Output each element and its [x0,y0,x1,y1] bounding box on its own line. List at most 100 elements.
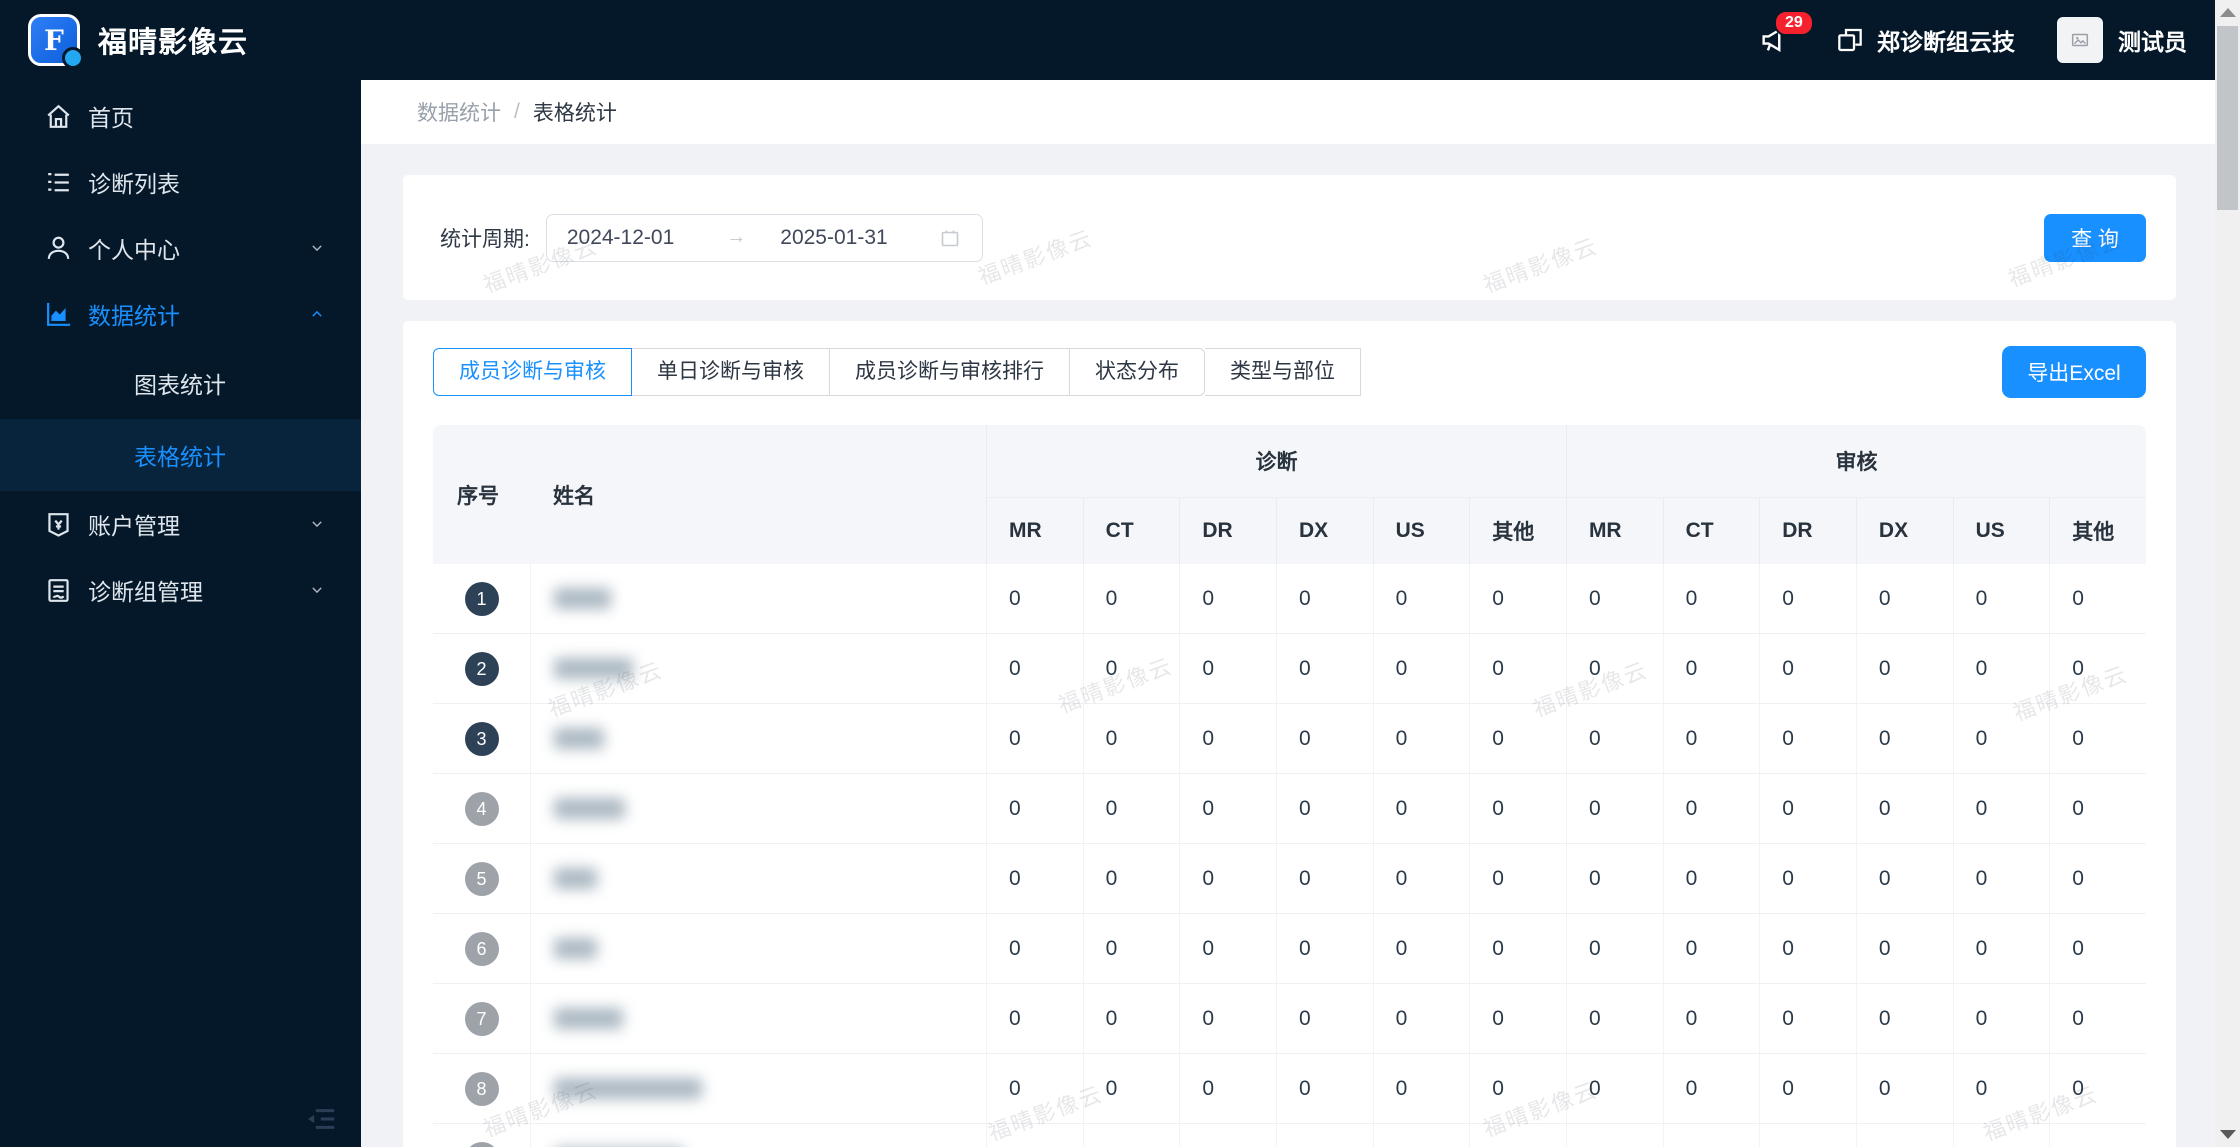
tab-0[interactable]: 成员诊断与审核 [433,348,632,396]
row-name-cell [530,844,986,914]
value-cell: 0 [1469,914,1566,984]
value-cell: 0 [1565,1054,1663,1124]
value-cell: 0 [2049,1054,2146,1124]
value-cell: 0 [1469,1124,1566,1147]
value-cell: 0 [1662,774,1760,844]
value-cell: 0 [1372,1054,1470,1124]
sidebar-menu: 首页 诊断列表 个人中心数据统计图表统计表格统计 账户管理 诊断组管理 [0,83,361,623]
value-cell: 0 [1082,844,1180,914]
value-cell: 0 [1469,634,1566,704]
value-cell: 0 [1082,774,1180,844]
wallet-icon [48,512,69,537]
start-date-value[interactable]: 2024-12-01 [567,226,674,250]
calendar-icon[interactable] [938,226,962,250]
table-row: 8000000000000 [433,1054,2146,1124]
row-index-cell: 9 [433,1124,530,1147]
value-cell: 0 [986,1054,1083,1124]
notification-button[interactable]: 29 [1758,10,1814,57]
value-cell: 0 [1759,1054,1856,1124]
end-date-value[interactable]: 2025-01-31 [780,226,887,250]
blurred-name [554,658,633,680]
sidebar-item-diagnosis-list[interactable]: 诊断列表 [0,149,361,215]
value-cell: 0 [1372,984,1470,1054]
value-cell: 0 [986,704,1083,774]
value-cell: 0 [1952,774,2050,844]
value-cell: 0 [1372,634,1470,704]
sidebar-item-personal-center[interactable]: 个人中心 [0,215,361,281]
value-cell: 0 [1759,1124,1856,1147]
breadcrumb-separator: / [514,100,520,123]
sidebar-item-label: 数据统计 [88,303,180,329]
value-cell: 0 [1565,704,1663,774]
value-cell: 0 [1952,984,2050,1054]
tab-4[interactable]: 类型与部位 [1205,348,1361,396]
date-range-picker[interactable]: 2024-12-01 → 2025-01-31 [545,213,983,262]
blurred-name [554,1078,702,1100]
tab-3[interactable]: 状态分布 [1070,348,1205,396]
value-cell: 0 [1662,1054,1760,1124]
col-group-review: 审核 [1565,425,2146,497]
sidebar-item-diagnosis-group-management[interactable]: 诊断组管理 [0,557,361,623]
value-cell: 0 [1952,634,2050,704]
table-row: 6000000000000 [433,914,2146,984]
top-bar: F 福晴影像云 29 郑诊断组云技 测试员 [0,0,2215,80]
table-row: 4000000000000 [433,774,2146,844]
row-name-cell [530,774,986,844]
value-cell: 0 [1469,774,1566,844]
col-subheader-CT: CT [1082,497,1180,564]
group-name: 郑诊断组云技 [1877,29,2015,55]
vertical-scrollbar[interactable] [2215,0,2240,1147]
range-arrow: → [726,226,747,248]
table-row: 9000000000000 [433,1124,2146,1147]
group-switch-button[interactable]: 郑诊断组云技 [1834,23,2015,57]
image-placeholder-icon [2071,33,2089,47]
user-menu[interactable]: 测试员 [2057,17,2187,63]
tab-1[interactable]: 单日诊断与审核 [632,348,830,396]
value-cell: 0 [1275,1124,1373,1147]
blurred-name [554,938,597,960]
breadcrumb-parent[interactable]: 数据统计 [417,97,501,127]
scrollbar-thumb[interactable] [2217,26,2238,210]
filter-label: 统计周期: [440,227,530,251]
breadcrumb-current: 表格统计 [532,102,617,125]
row-name-cell [530,634,986,704]
value-cell: 0 [1179,774,1276,844]
col-subheader-DR: DR [1179,497,1276,564]
scroll-up-arrow-icon[interactable] [2220,8,2236,17]
avatar [2057,17,2103,63]
sidebar-collapse-button[interactable] [297,1099,343,1139]
query-button[interactable]: 查 询 [2044,213,2146,262]
value-cell: 0 [2049,564,2146,634]
value-cell: 0 [1565,844,1663,914]
scroll-down-arrow-icon[interactable] [2220,1130,2236,1139]
value-cell: 0 [1952,1124,2050,1147]
value-cell: 0 [1662,704,1760,774]
rank-badge: 4 [464,791,499,826]
sidebar-item-data-statistics[interactable]: 数据统计 [0,281,361,347]
blurred-name [554,798,625,820]
value-cell: 0 [1469,1054,1566,1124]
sidebar-item-table-statistics[interactable]: 表格统计 [0,419,361,491]
table-row: 1000000000000 [433,564,2146,634]
sidebar-item-account-management[interactable]: 账户管理 [0,491,361,557]
row-index-cell: 8 [433,1054,530,1124]
sidebar-item-label: 图表统计 [134,372,226,398]
export-excel-button[interactable]: 导出Excel [2002,346,2146,398]
value-cell: 0 [1372,774,1470,844]
row-index-cell: 4 [433,774,530,844]
col-subheader-DX: DX [1275,497,1373,564]
table-header: 序号 姓名 诊断 审核 MR CT DR DX US 其他 MR CT DR DX US 其他 [433,425,2146,564]
row-name-cell [530,984,986,1054]
value-cell: 0 [1372,914,1470,984]
col-subheader-CT: CT [1662,497,1760,564]
sidebar-item-home[interactable]: 首页 [0,83,361,149]
row-index-cell: 6 [433,914,530,984]
value-cell: 0 [2049,984,2146,1054]
col-subheader-US: US [1372,497,1470,564]
tab-2[interactable]: 成员诊断与审核排行 [830,348,1070,396]
value-cell: 0 [1082,1054,1180,1124]
sidebar-item-chart-statistics[interactable]: 图表统计 [0,347,361,419]
blurred-name [554,588,611,610]
value-cell: 0 [1179,1054,1276,1124]
tabs-row: 成员诊断与审核 单日诊断与审核 成员诊断与审核排行 状态分布 类型与部位 导出Excel [433,346,2146,398]
